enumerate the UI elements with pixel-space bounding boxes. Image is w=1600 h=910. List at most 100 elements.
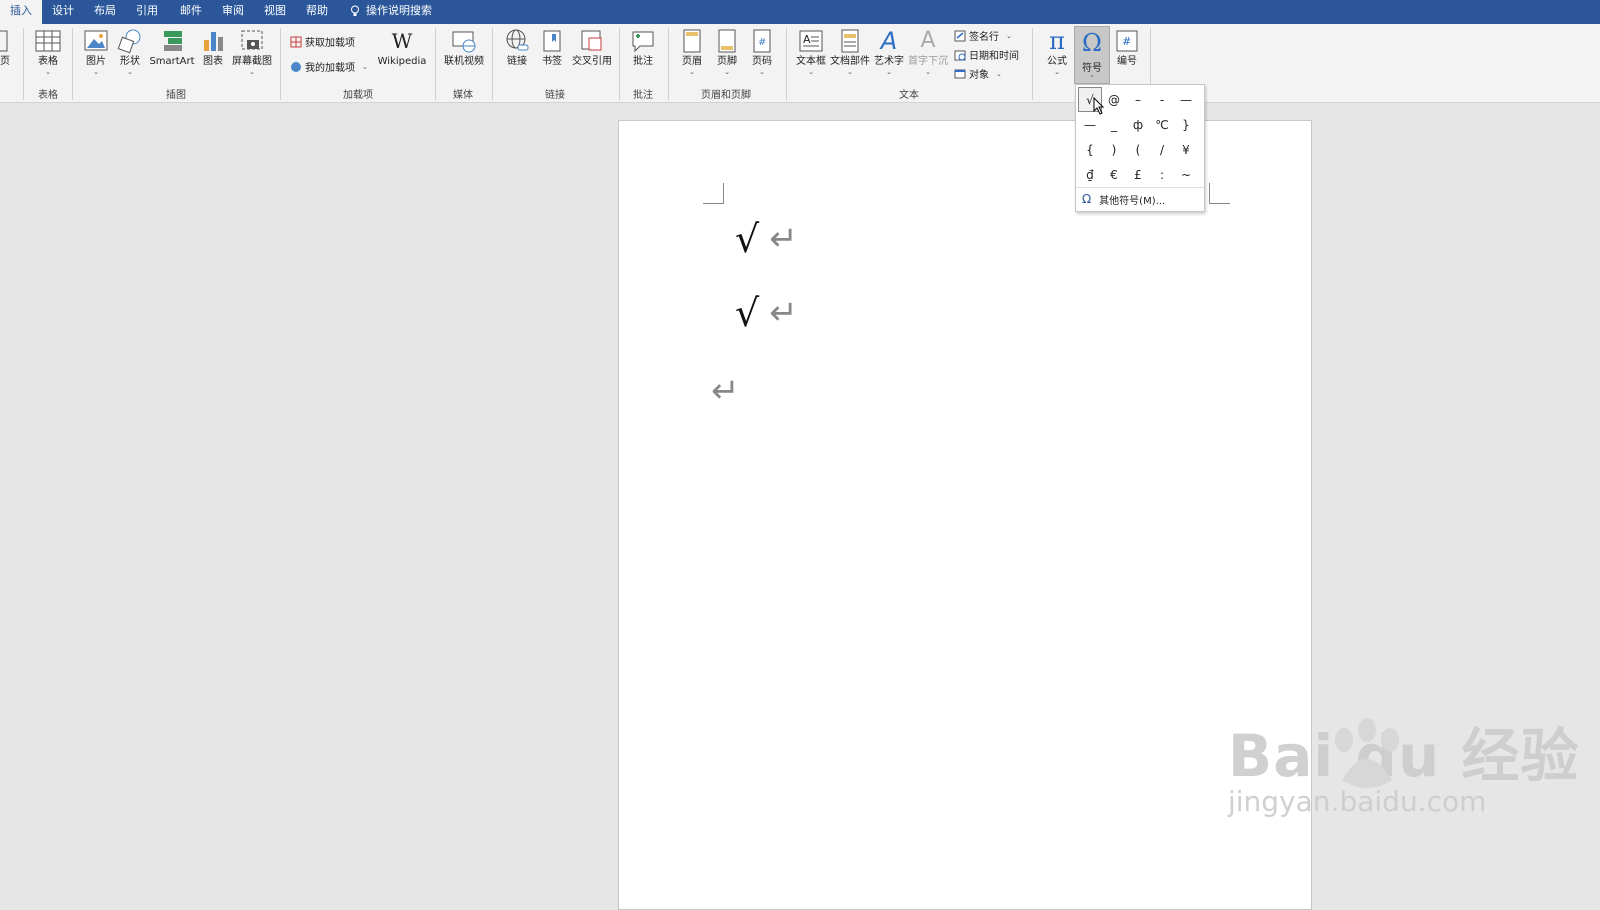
symbol-cell[interactable]: (	[1126, 137, 1150, 162]
screenshot-icon	[241, 30, 263, 50]
comment-icon	[632, 31, 654, 53]
document-page[interactable]: √ ↵ √ ↵ ↵	[618, 120, 1312, 910]
chevron-down-icon: ⌄	[1054, 68, 1060, 76]
group-label-comments: 批注	[633, 90, 653, 101]
chevron-down-icon: ⌄	[808, 68, 814, 76]
chevron-down-icon: ⌄	[759, 68, 765, 76]
chevron-down-icon: ⌄	[847, 68, 853, 76]
numbering-button[interactable]: # 编号	[1110, 28, 1144, 68]
drop-cap-icon: A	[920, 28, 936, 53]
comment-button[interactable]: 批注	[628, 28, 658, 68]
symbol-cell[interactable]: -	[1150, 87, 1174, 112]
symbol-cell[interactable]: ¥	[1174, 137, 1198, 162]
tell-me-label: 操作说明搜索	[366, 4, 432, 17]
page-break-icon	[0, 30, 8, 52]
document-line[interactable]: ↵	[711, 371, 740, 411]
wikipedia-button[interactable]: W Wikipedia	[376, 28, 428, 68]
pages-button[interactable]: 页	[0, 28, 12, 68]
symbol-cell[interactable]: ~	[1174, 162, 1198, 187]
tab-layout[interactable]: 布局	[84, 0, 126, 24]
document-line[interactable]: √ ↵	[735, 217, 798, 261]
symbol-button[interactable]: Ω 符号 ⌄	[1074, 26, 1110, 84]
chevron-down-icon: ⌄	[45, 68, 51, 76]
symbol-cell[interactable]: —	[1078, 112, 1102, 137]
symbol-cell[interactable]: –	[1126, 87, 1150, 112]
more-symbols-button[interactable]: Ω 其他符号(M)...	[1076, 187, 1204, 210]
online-video-icon	[452, 31, 476, 53]
tab-view[interactable]: 视图	[254, 0, 296, 24]
date-time-button[interactable]: 日期和时间	[954, 47, 1019, 62]
check-symbol: √	[735, 217, 760, 261]
symbol-cell[interactable]: ф	[1126, 112, 1150, 137]
smartart-button[interactable]: SmartArt	[148, 28, 196, 68]
bookmark-button[interactable]: 书签	[538, 28, 566, 68]
symbol-cell[interactable]: _	[1102, 112, 1126, 137]
table-button[interactable]: 表格 ⌄	[32, 28, 64, 76]
tab-review[interactable]: 审阅	[212, 0, 254, 24]
symbol-cell[interactable]: ₫	[1078, 162, 1102, 187]
crop-mark-top-right	[1209, 183, 1230, 204]
wordart-button[interactable]: A 艺术字 ⌄	[872, 28, 906, 76]
symbol-cell[interactable]: —	[1174, 87, 1198, 112]
crop-mark-top-left	[703, 183, 724, 204]
mouse-cursor-icon	[1093, 97, 1105, 115]
online-video-button[interactable]: 联机视频	[442, 28, 486, 68]
tab-insert[interactable]: 插入	[0, 0, 42, 24]
shapes-icon	[117, 29, 141, 54]
lightbulb-icon	[351, 5, 359, 16]
group-separator	[668, 28, 669, 100]
symbol-cell[interactable]: }	[1174, 112, 1198, 137]
picture-icon	[84, 30, 108, 51]
group-label-header-footer: 页眉和页脚	[701, 90, 751, 101]
cross-reference-button[interactable]: 交叉引用	[570, 28, 614, 68]
chevron-down-icon: ⌄	[724, 68, 730, 76]
screenshot-button[interactable]: 屏幕截图 ⌄	[230, 28, 274, 76]
chart-button[interactable]: 图表	[200, 28, 226, 68]
shapes-button[interactable]: 形状 ⌄	[116, 28, 144, 76]
quick-parts-button[interactable]: 文档部件 ⌄	[830, 28, 870, 76]
symbol-cell[interactable]: @	[1102, 87, 1126, 112]
symbol-cell[interactable]: )	[1102, 137, 1126, 162]
chevron-down-icon: ⌄	[1006, 31, 1012, 40]
group-label-text: 文本	[899, 90, 919, 101]
header-button[interactable]: 页眉 ⌄	[678, 28, 706, 76]
chevron-down-icon: ⌄	[996, 69, 1002, 78]
textbox-button[interactable]: A 文本框 ⌄	[794, 28, 828, 76]
drop-cap-button[interactable]: A 首字下沉 ⌄	[908, 28, 948, 76]
svg-text:A: A	[803, 33, 811, 46]
paw-logo-icon	[1335, 718, 1399, 788]
symbol-cell[interactable]: £	[1126, 162, 1150, 187]
symbol-cell[interactable]: {	[1078, 137, 1102, 162]
group-separator	[435, 28, 436, 100]
symbol-cell[interactable]: :	[1150, 162, 1174, 187]
symbol-cell[interactable]: ℃	[1150, 112, 1174, 137]
tab-references[interactable]: 引用	[126, 0, 168, 24]
object-button[interactable]: 对象 ⌄	[954, 66, 1002, 81]
document-line[interactable]: √ ↵	[735, 291, 798, 335]
picture-button[interactable]: 图片 ⌄	[82, 28, 110, 76]
svg-text:#: #	[1122, 35, 1131, 48]
page-number-button[interactable]: # 页码 ⌄	[748, 28, 776, 76]
tab-help[interactable]: 帮助	[296, 0, 338, 24]
equation-button[interactable]: π 公式 ⌄	[1040, 28, 1074, 76]
group-separator	[1032, 28, 1033, 100]
globe-link-icon	[506, 29, 529, 51]
tab-design[interactable]: 设计	[42, 0, 84, 24]
paragraph-mark-icon: ↵	[711, 371, 740, 411]
symbol-cell[interactable]: €	[1102, 162, 1126, 187]
link-button[interactable]: 链接	[502, 28, 532, 68]
baidu-watermark: Bai du 经验 jingyan.baidu.com	[1228, 718, 1579, 818]
wordart-icon: A	[880, 27, 898, 55]
tell-me-search[interactable]: 操作说明搜索	[340, 0, 442, 24]
footer-button[interactable]: 页脚 ⌄	[713, 28, 741, 76]
numbering-icon: #	[1116, 30, 1138, 52]
my-addins-button[interactable]: 我的加载项 ⌄	[290, 59, 368, 74]
symbol-cell[interactable]: /	[1150, 137, 1174, 162]
ribbon: 页 表格 ⌄ 表格 图片 ⌄ 形状 ⌄ SmartArt 图表 屏幕截图 ⌄ 插…	[0, 24, 1600, 103]
group-separator	[72, 28, 73, 100]
signature-icon	[954, 30, 966, 41]
signature-line-button[interactable]: 签名行 ⌄	[954, 28, 1012, 43]
tab-mailings[interactable]: 邮件	[170, 0, 212, 24]
group-separator	[786, 28, 787, 100]
get-addins-button[interactable]: 获取加载项	[290, 34, 355, 49]
